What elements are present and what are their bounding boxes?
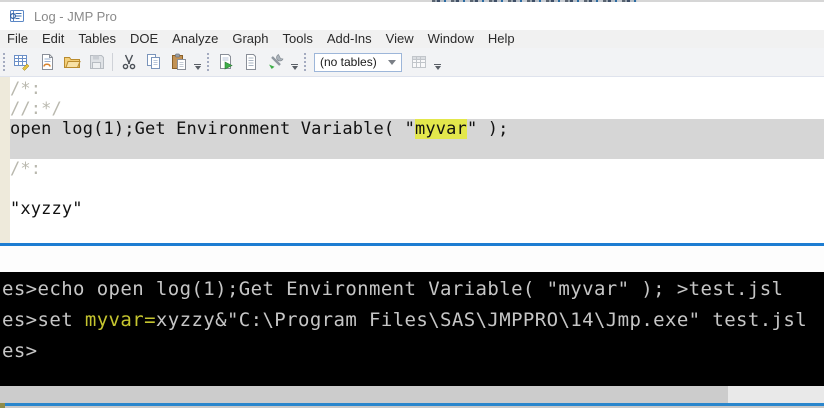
console-line-1: es>echo open log(1);Get Environment Vari… xyxy=(2,274,824,305)
overflow-bar xyxy=(291,64,298,65)
console-horizontal-scrollbar[interactable] xyxy=(0,386,824,403)
toolbar-overflow-button[interactable] xyxy=(191,51,204,73)
new-script-button[interactable] xyxy=(34,50,59,74)
log-selected-blank-line[interactable] xyxy=(10,139,824,159)
log-blank-line xyxy=(10,179,824,199)
code-text: " ); xyxy=(466,119,509,139)
tables-combobox[interactable]: (no tables) xyxy=(314,52,402,72)
paste-clipboard-icon xyxy=(170,53,188,71)
new-data-table-button[interactable] xyxy=(9,50,34,74)
log-comment-line: /*: xyxy=(10,79,42,99)
open-folder-icon xyxy=(63,53,81,71)
menu-tables[interactable]: Tables xyxy=(71,30,123,48)
run-script-icon xyxy=(217,53,235,71)
chevron-down-icon xyxy=(388,59,396,65)
menubar: File Edit Tables DOE Analyze Graph Tools… xyxy=(0,30,824,48)
search-highlight: myvar xyxy=(415,119,467,139)
code-text: open log(1);Get Environment Variable( " xyxy=(10,119,416,139)
new-data-table-icon xyxy=(13,53,31,71)
overflow-bar xyxy=(434,64,441,65)
console-text: es>echo open log(1);Get Environment Vari… xyxy=(2,278,784,300)
menu-add-ins[interactable]: Add-Ins xyxy=(320,30,379,48)
log-selected-code-line[interactable]: open log(1);Get Environment Variable( "m… xyxy=(10,119,824,139)
menu-file[interactable]: File xyxy=(0,30,35,48)
toolbar: (no tables) xyxy=(0,48,824,77)
titlebar: Log - JMP Pro xyxy=(0,2,824,30)
log-lines: /*: //:*/ open log(1);Get Environment Va… xyxy=(10,77,824,219)
bottom-left-pixel xyxy=(0,403,5,408)
toolbar-overflow-button[interactable] xyxy=(431,51,444,73)
save-button[interactable] xyxy=(84,50,109,74)
log-editor[interactable]: /*: //:*/ open log(1);Get Environment Va… xyxy=(0,77,824,243)
save-icon xyxy=(88,53,106,71)
menu-edit[interactable]: Edit xyxy=(35,30,71,48)
open-file-button[interactable] xyxy=(59,50,84,74)
tables-combobox-value: (no tables) xyxy=(320,55,377,69)
chevron-down-icon xyxy=(291,66,298,70)
console-text: xyzzy&"C:\Program Files\SAS\JMPPRO\14\Jm… xyxy=(155,309,808,331)
tools-wrench-icon xyxy=(267,53,285,71)
data-table-icon xyxy=(410,53,428,71)
chevron-down-icon xyxy=(434,66,441,70)
log-result-line: "xyzzy" xyxy=(10,199,83,219)
jmp-log-window-icon xyxy=(9,8,25,24)
command-prompt-window[interactable]: es>echo open log(1);Get Environment Vari… xyxy=(0,272,824,386)
menu-window[interactable]: Window xyxy=(421,30,481,48)
menu-help[interactable]: Help xyxy=(481,30,522,48)
toolbar-grip[interactable] xyxy=(304,53,306,71)
menu-tools[interactable]: Tools xyxy=(276,30,320,48)
toolbar-separator xyxy=(112,53,113,71)
console-prompt-line: es> xyxy=(2,340,38,362)
overflow-bar xyxy=(194,64,201,65)
console-line-2: es>set myvar=xyzzy&"C:\Program Files\SAS… xyxy=(2,305,824,336)
journal-page-icon xyxy=(242,53,260,71)
view-journal-button[interactable] xyxy=(238,50,263,74)
menu-view[interactable]: View xyxy=(379,30,421,48)
cut-button[interactable] xyxy=(116,50,141,74)
copy-button[interactable] xyxy=(141,50,166,74)
run-script-button[interactable] xyxy=(213,50,238,74)
console-text: es>set xyxy=(2,309,85,331)
desktop-gap xyxy=(0,246,824,272)
menu-analyze[interactable]: Analyze xyxy=(165,30,225,48)
assign-table-button[interactable] xyxy=(406,50,431,74)
toolbar-grip[interactable] xyxy=(3,53,5,71)
log-comment-line: /*: xyxy=(10,159,42,179)
toolbar-overflow-button[interactable] xyxy=(288,51,301,73)
toolbar-grip[interactable] xyxy=(207,53,209,71)
paste-button[interactable] xyxy=(166,50,191,74)
menu-doe[interactable]: DOE xyxy=(123,30,165,48)
tools-button[interactable] xyxy=(263,50,288,74)
log-comment-line: //:*/ xyxy=(10,99,62,119)
chevron-down-icon xyxy=(194,66,201,70)
console-highlight-text: myvar= xyxy=(84,309,156,331)
menu-graph[interactable]: Graph xyxy=(225,30,275,48)
window-title: Log - JMP Pro xyxy=(34,8,117,24)
cut-scissors-icon xyxy=(120,53,138,71)
copy-icon xyxy=(145,53,163,71)
new-script-icon xyxy=(38,53,56,71)
screen: Log - JMP Pro File Edit Tables DOE Analy… xyxy=(0,0,824,408)
log-editor-margin xyxy=(0,77,10,243)
scrollbar-thumb[interactable] xyxy=(0,386,728,403)
